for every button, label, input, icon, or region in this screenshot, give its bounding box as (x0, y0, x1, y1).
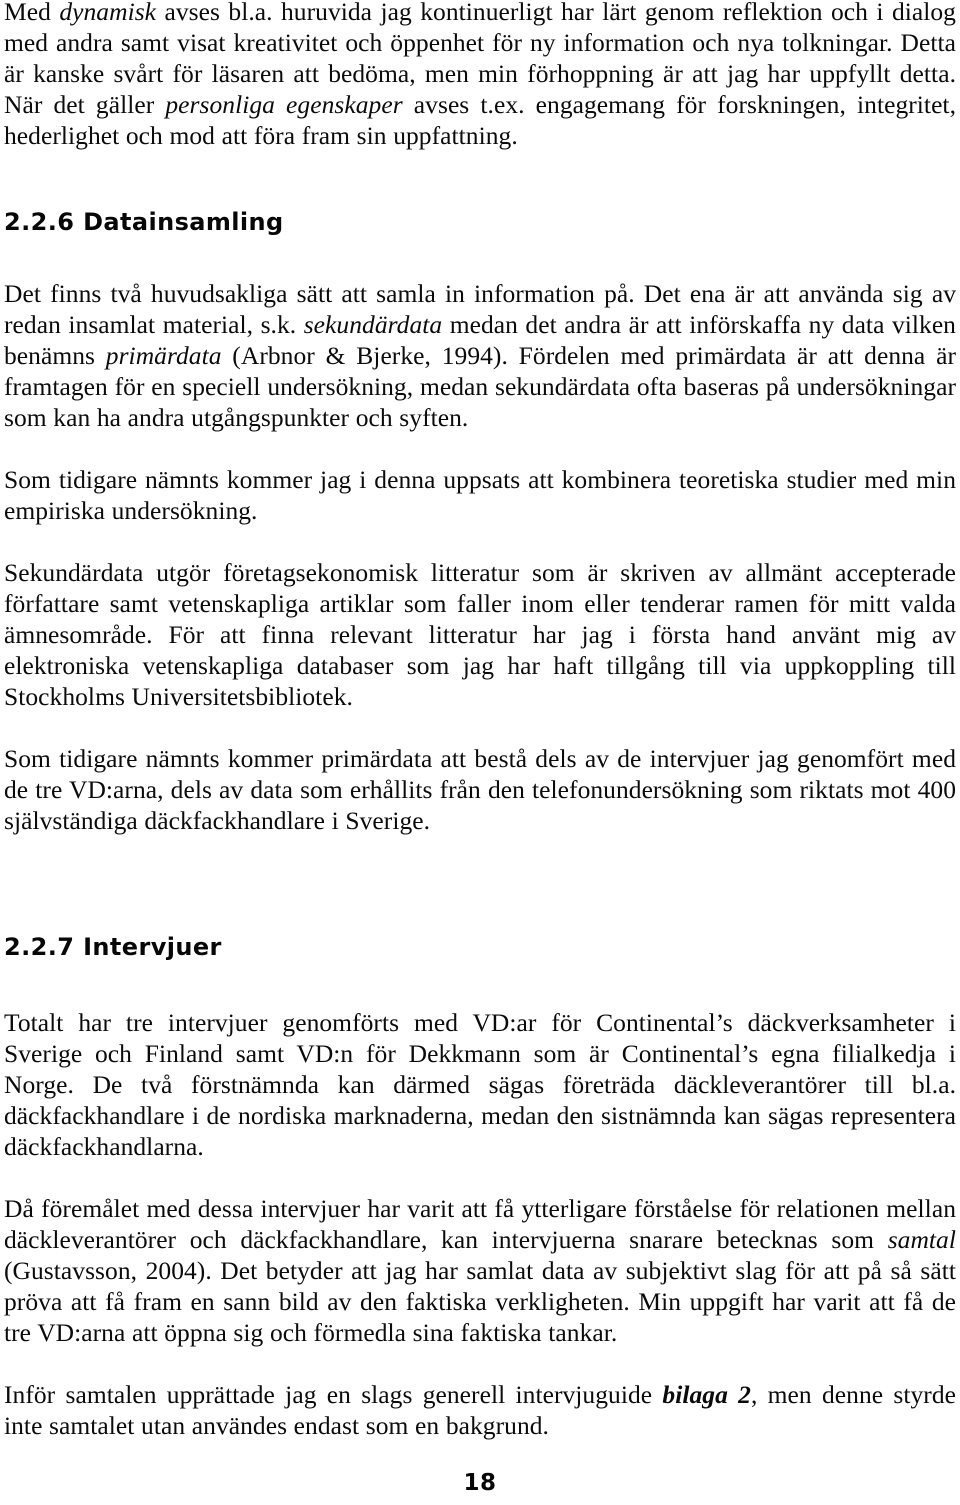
page-number: 18 (463, 1470, 497, 1496)
text-run: Med (4, 0, 60, 26)
text-run: Inför samtalen upprättade jag en slags g… (4, 1380, 663, 1409)
emphasis-personliga-egenskaper: personliga egenskaper (165, 90, 403, 119)
paragraph-dynamisk: Med dynamisk avses bl.a. huruvida jag ko… (4, 0, 956, 151)
text-run: (Gustavsson, 2004). Det betyder att jag … (4, 1256, 956, 1347)
paragraph-sekundardata-litteratur: Sekundärdata utgör företagsekonomisk lit… (4, 558, 956, 711)
section-heading-intervjuer: 2.2.7 Intervjuer (4, 933, 222, 961)
paragraph-intervjuguide: Inför samtalen upprättade jag en slags g… (4, 1379, 956, 1441)
emphasis-dynamisk: dynamisk (59, 0, 157, 26)
emphasis-primardata: primärdata (105, 341, 222, 370)
paragraph-primardata-intervjuer: Som tidigare nämnts kommer primärdata at… (4, 744, 956, 835)
paragraph-tre-intervjuer: Totalt har tre intervjuer genomförts med… (4, 1008, 956, 1161)
text-run: Då föremålet med dessa intervjuer har va… (4, 1194, 956, 1254)
paragraph-samtal: Då föremålet med dessa intervjuer har va… (4, 1193, 956, 1348)
document-page: Med dynamisk avses bl.a. huruvida jag ko… (0, 0, 960, 1505)
emphasis-bilaga-2: bilaga 2 (662, 1380, 751, 1409)
section-heading-datainsamling: 2.2.6 Datainsamling (4, 208, 284, 236)
paragraph-teoretiska-studier: Som tidigare nämnts kommer jag i denna u… (4, 465, 956, 525)
paragraph-datainsamling-intro: Det finns två huvudsakliga sätt att saml… (4, 278, 956, 433)
emphasis-samtal: samtal (887, 1225, 956, 1254)
emphasis-sekundardata: sekundärdata (303, 310, 443, 339)
